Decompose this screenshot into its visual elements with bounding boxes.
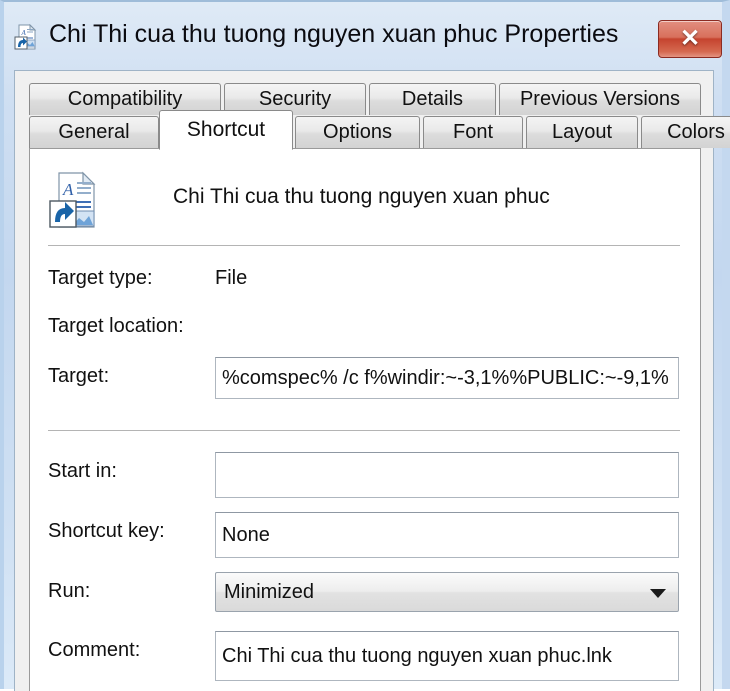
target-type-label: Target type: (48, 267, 153, 289)
start-in-input[interactable] (215, 452, 679, 498)
tab-options[interactable]: Options (295, 116, 420, 148)
file-header: A Chi Thi cua thu tuong nguyen xuan phuc (48, 171, 678, 235)
shortcut-key-label: Shortcut key: (48, 520, 165, 542)
field-start-in: Start in: (48, 452, 680, 498)
svg-text:A: A (62, 180, 74, 199)
tab-layout[interactable]: Layout (526, 116, 638, 148)
svg-text:A: A (21, 29, 27, 37)
separator-top (48, 245, 680, 246)
target-location-label: Target location: (48, 315, 184, 337)
field-target: Target: %comspec% /c f%windir:~-3,1%%PUB… (48, 357, 680, 399)
tab-general-label: General (58, 121, 130, 143)
separator-bottom (48, 430, 680, 431)
close-button[interactable]: ✕ (658, 20, 722, 58)
field-comment: Comment: Chi Thi cua thu tuong nguyen xu… (48, 631, 680, 681)
run-dropdown[interactable]: Minimized (215, 572, 679, 612)
target-input[interactable]: %comspec% /c f%windir:~-3,1%%PUBLIC:~-9,… (215, 357, 679, 399)
tab-row-2: General Shortcut Options Font Layout Col… (29, 110, 730, 150)
field-target-location: Target location: (48, 307, 680, 349)
shortcut-document-icon: A (14, 23, 40, 50)
run-selected-value: Minimized (224, 581, 315, 603)
field-target-type: Target type: File (48, 259, 680, 301)
target-label: Target: (48, 365, 110, 387)
tab-previous-versions-label: Previous Versions (519, 88, 681, 110)
tab-shortcut[interactable]: Shortcut (159, 110, 293, 150)
title-bar[interactable]: A Chi Thi cua thu tuong nguyen xuan phuc… (4, 2, 722, 70)
tab-layout-label: Layout (551, 121, 613, 143)
tab-details-label: Details (401, 88, 464, 110)
window-title: Chi Thi cua thu tuong nguyen xuan phuc P… (49, 20, 619, 48)
chevron-down-icon (650, 589, 666, 598)
field-shortcut-key: Shortcut key: None (48, 512, 680, 558)
tab-compatibility-label: Compatibility (67, 88, 183, 110)
start-in-label: Start in: (48, 460, 117, 482)
file-name-label: Chi Thi cua thu tuong nguyen xuan phuc (173, 185, 550, 208)
tab-row-1: Compatibility Security Details Previous … (29, 83, 701, 116)
close-icon: ✕ (679, 25, 701, 52)
tab-details[interactable]: Details (369, 83, 496, 115)
tab-colors-label: Colors (667, 121, 725, 143)
tab-general[interactable]: General (29, 116, 159, 148)
properties-window: A Chi Thi cua thu tuong nguyen xuan phuc… (0, 0, 730, 691)
target-type-value: File (215, 267, 248, 289)
comment-label: Comment: (48, 639, 141, 661)
tab-options-label: Options (323, 121, 392, 143)
tab-font-label: Font (452, 121, 494, 143)
shortcut-key-input[interactable]: None (215, 512, 679, 558)
tab-strip: Compatibility Security Details Previous … (29, 83, 730, 150)
tab-shortcut-label: Shortcut (186, 118, 266, 141)
tab-previous-versions[interactable]: Previous Versions (499, 83, 701, 115)
shortcut-tab-page: A Chi Thi cua thu tuong nguyen xuan phuc… (29, 148, 701, 691)
tab-colors[interactable]: Colors (641, 116, 730, 148)
field-run: Run: Minimized (48, 572, 680, 614)
dialog-body: Compatibility Security Details Previous … (14, 70, 730, 691)
comment-input[interactable]: Chi Thi cua thu tuong nguyen xuan phuc.l… (215, 631, 679, 681)
window-frame-inner: A Chi Thi cua thu tuong nguyen xuan phuc… (4, 2, 730, 691)
shortcut-document-icon: A (48, 171, 106, 229)
run-label: Run: (48, 580, 91, 602)
tab-security-label: Security (258, 88, 332, 110)
tab-font[interactable]: Font (423, 116, 523, 148)
